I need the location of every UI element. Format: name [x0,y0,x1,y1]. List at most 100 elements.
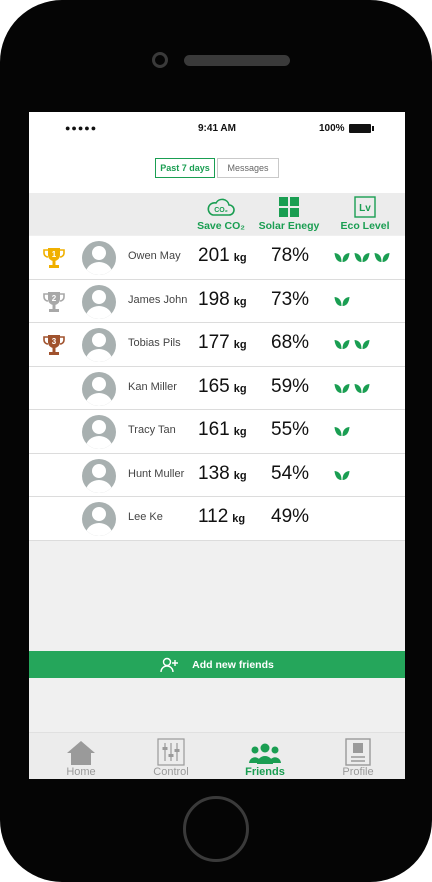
leaf-icon [334,296,350,306]
leaderboard-list: 1 Owen May 201 kg 78% 2 James John 198 kg 73% … [29,236,405,541]
co2-unit: kg [233,252,247,264]
co2-unit: kg [232,513,246,525]
column-save-co2: CO₂ Save CO₂ [186,195,256,232]
avatar[interactable] [82,371,116,406]
trophy-rank: 2 [52,294,57,303]
leaderboard-row[interactable]: Lee Ke 112 kg 49% [29,497,405,541]
friend-name: Owen May [128,250,181,262]
column-solar: Solar Enegy [254,195,324,232]
profile-icon [345,738,371,766]
home-icon [67,741,95,765]
leaf-icon [334,340,350,349]
friend-name: Kan Miller [128,380,177,393]
tab-home[interactable]: Home [46,736,116,778]
add-user-icon [160,657,179,672]
trophy-rank: 3 [52,337,57,346]
svg-text:Lv: Lv [359,203,371,214]
leaderboard-row[interactable]: 1 Owen May 201 kg 78% [29,236,405,280]
sliders-icon [157,738,185,766]
co2-saved-value: 201 kg [198,245,247,266]
eco-level-leaves [334,470,350,481]
add-friends-label: Add new friends [192,658,274,671]
tab-friends-label: Friends [245,766,285,778]
tab-messages[interactable]: Messages [217,158,279,178]
add-friends-button[interactable]: Add new friends [29,651,405,678]
friends-icon [249,743,281,764]
leaderboard-row[interactable]: Tracy Tan 161 kg 55% [29,410,405,454]
solar-percentage: 59% [271,375,310,397]
avatar[interactable] [82,328,116,362]
leaf-icon [334,470,350,480]
solar-percentage: 73% [271,288,310,310]
app-screen: ●●●●● 9:41 AM 100% Past 7 days Messages … [29,112,405,779]
co2-unit: kg [233,295,247,308]
solar-percentage: 49% [271,506,310,527]
column-header-row: CO₂ Save CO₂ Solar Enegy Lv Eco Level [29,193,405,235]
co2-saved-value: 138 kg [198,462,247,484]
tab-home-label: Home [66,766,96,778]
tab-control-label: Control [153,766,189,778]
battery-label: 100% [319,123,345,134]
home-button[interactable] [183,796,249,862]
co2-unit: kg [233,382,247,395]
co2-saved-value: 112 kg [198,506,246,527]
eco-level-leaves [334,252,390,263]
eco-level-leaves [334,383,370,394]
eco-level-leaves [334,426,350,437]
column-eco-level: Lv Eco Level [330,195,400,232]
tab-friends[interactable]: Friends [230,736,300,778]
leaderboard-row[interactable]: Kan Miller 165 kg 59% [29,366,405,410]
friend-name: Tobias Pils [128,337,181,349]
solar-percentage: 68% [271,332,310,353]
speaker [184,55,290,66]
trophy-icon: 1 [43,248,65,268]
leaderboard-row[interactable]: 2 James John 198 kg 73% [29,279,405,323]
leaf-icon [334,383,350,393]
trophy-icon: 2 [43,291,65,312]
tab-profile-label: Profile [342,766,374,778]
co2-saved-value: 198 kg [198,288,247,310]
battery-icon [349,124,374,133]
solar-percentage: 55% [271,419,310,440]
avatar[interactable] [82,415,116,449]
friend-name: James John [128,293,188,306]
co2-unit: kg [233,426,247,438]
leaf-icon [374,253,390,262]
leaf-icon [354,383,370,393]
solar-panel-icon [279,197,299,217]
co2-unit: kg [233,339,247,351]
bottom-tab-bar: Home Control Friends Profile [29,732,405,779]
eco-level-leaves [334,339,370,350]
solar-percentage: 54% [271,462,310,484]
phone-frame: ●●●●● 9:41 AM 100% Past 7 days Messages … [0,0,432,882]
avatar[interactable] [82,241,116,275]
co2-cloud-icon: CO₂ [207,198,235,216]
co2-saved-value: 165 kg [198,375,247,397]
leaf-icon [334,427,350,436]
column-solar-label: Solar Enegy [258,220,320,232]
leaderboard-row[interactable]: 3 Tobias Pils 177 kg 68% [29,323,405,367]
column-eco-label: Eco Level [340,220,390,232]
avatar[interactable] [82,458,116,493]
avatar[interactable] [82,502,116,536]
column-save-label: Save CO₂ [197,220,245,232]
tab-past-7-days[interactable]: Past 7 days [155,158,215,178]
svg-text:CO₂: CO₂ [214,207,228,214]
camera [152,52,168,68]
status-bar: ●●●●● 9:41 AM 100% [29,112,405,146]
trophy-rank: 1 [52,250,57,259]
level-icon: Lv [354,196,376,218]
tab-control[interactable]: Control [136,736,206,778]
friend-name: Tracy Tan [128,424,176,436]
tab-profile[interactable]: Profile [323,736,393,778]
leaf-icon [354,253,370,262]
leaderboard-row[interactable]: Hunt Muller 138 kg 54% [29,453,405,497]
period-selector: Past 7 days Messages [29,146,405,193]
co2-saved-value: 161 kg [198,419,247,440]
eco-level-leaves [334,296,350,307]
co2-saved-value: 177 kg [198,332,247,353]
friend-name: Lee Ke [128,511,163,523]
trophy-icon: 3 [43,335,65,355]
leaf-icon [354,340,370,349]
avatar[interactable] [82,284,116,319]
